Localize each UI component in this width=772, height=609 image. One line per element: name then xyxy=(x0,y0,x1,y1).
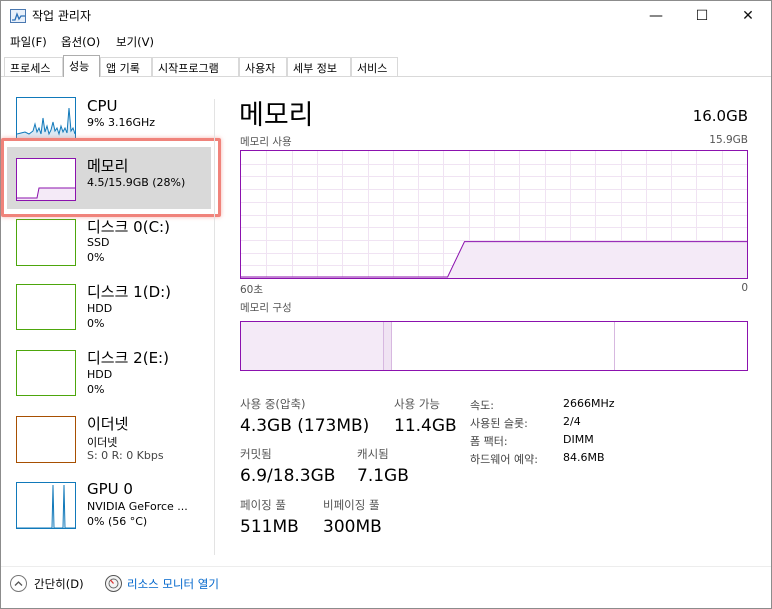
tab-processes[interactable]: 프로세스 xyxy=(4,57,63,76)
sidebar-item-detail: HDD xyxy=(87,368,113,381)
stat-label-in-use: 사용 중(압축) xyxy=(240,397,306,411)
memory-total: 16.0GB xyxy=(692,107,748,125)
detail-label-form-factor: 폼 팩터: xyxy=(470,435,508,448)
fewer-details-button[interactable]: 간단히(D) xyxy=(34,576,84,592)
tab-divider xyxy=(1,76,771,77)
sidebar-item-usage: 0% xyxy=(87,383,105,396)
time-axis-end: 0 xyxy=(741,282,748,294)
task-manager-icon xyxy=(10,9,26,23)
chevron-up-icon[interactable] xyxy=(10,575,27,592)
menu-bar: 파일(F) 옵션(O) 보기(V) xyxy=(1,32,771,52)
tab-performance[interactable]: 성능 xyxy=(63,55,100,77)
sidebar-item-disk-1[interactable]: 디스크 1(D:) HDD 0% xyxy=(8,283,210,343)
title-bar[interactable]: 작업 관리자 — ☐ ✕ xyxy=(1,1,771,31)
stat-label-nonpaged-pool: 비페이징 풀 xyxy=(323,498,380,512)
menu-view[interactable]: 보기(V) xyxy=(116,34,154,50)
stat-label-paged-pool: 페이징 풀 xyxy=(240,498,286,512)
sidebar-item-label: 디스크 1(D:) xyxy=(87,283,172,301)
minimize-button[interactable]: — xyxy=(633,1,679,31)
sidebar-item-detail: NVIDIA GeForce ... xyxy=(87,500,188,513)
sidebar-item-usage: 0% (56 °C) xyxy=(87,515,148,528)
sidebar-item-usage: 0% xyxy=(87,251,105,264)
sidebar-item-detail: 9% 3.16GHz xyxy=(87,116,156,129)
composition-modified[interactable] xyxy=(383,322,392,370)
resource-monitor-icon[interactable] xyxy=(105,575,122,592)
stat-value-in-use: 4.3GB (173MB) xyxy=(240,416,370,436)
stat-value-paged-pool: 511MB xyxy=(240,517,299,537)
memory-usage-plot xyxy=(241,151,747,278)
stat-value-available: 11.4GB xyxy=(394,416,457,436)
memory-thumbnail-graph xyxy=(16,158,76,201)
sidebar-item-disk-0[interactable]: 디스크 0(C:) SSD 0% xyxy=(8,217,210,277)
sidebar-item-detail: 4.5/15.9GB (28%) xyxy=(87,176,186,189)
detail-value-slots: 2/4 xyxy=(563,415,581,428)
disk-2-thumbnail-graph xyxy=(16,350,76,396)
sidebar-item-label: 디스크 0(C:) xyxy=(87,218,170,236)
gpu-thumbnail-graph xyxy=(16,482,76,529)
stat-value-cached: 7.1GB xyxy=(357,466,409,486)
maximize-button[interactable]: ☐ xyxy=(679,1,725,31)
tab-bar: 프로세스 성능 앱 기록 시작프로그램 사용자 세부 정보 서비스 xyxy=(4,55,770,77)
disk-1-thumbnail-graph xyxy=(16,284,76,330)
memory-usage-graph xyxy=(240,150,748,279)
composition-in-use[interactable] xyxy=(241,322,383,370)
time-axis-start: 60초 xyxy=(240,284,264,296)
memory-usage-area xyxy=(241,241,747,278)
stat-value-nonpaged-pool: 300MB xyxy=(323,517,382,537)
sidebar-item-detail: HDD xyxy=(87,302,113,315)
sidebar-item-label: 메모리 xyxy=(87,157,129,175)
detail-value-hardware-reserved: 84.6MB xyxy=(563,451,605,464)
usage-graph-label: 메모리 사용 xyxy=(240,136,292,148)
ethernet-thumbnail-graph xyxy=(16,416,76,463)
sidebar-item-cpu[interactable]: CPU 9% 3.16GHz xyxy=(8,97,210,157)
open-resource-monitor-link[interactable]: 리소스 모니터 열기 xyxy=(127,576,219,592)
footer-divider xyxy=(1,566,771,567)
tab-services[interactable]: 서비스 xyxy=(351,57,398,76)
tab-app-history[interactable]: 앱 기록 xyxy=(100,57,152,76)
detail-label-speed: 속도: xyxy=(470,399,494,412)
detail-label-slots: 사용된 슬롯: xyxy=(470,417,528,430)
task-manager-window: 작업 관리자 — ☐ ✕ 파일(F) 옵션(O) 보기(V) 프로세스 성능 앱… xyxy=(0,0,772,609)
menu-file[interactable]: 파일(F) xyxy=(10,34,47,50)
sidebar-divider xyxy=(214,99,215,555)
composition-label: 메모리 구성 xyxy=(240,302,292,314)
memory-composition-bar xyxy=(240,321,748,371)
menu-options[interactable]: 옵션(O) xyxy=(61,34,100,50)
detail-value-form-factor: DIMM xyxy=(563,433,594,446)
disk-0-thumbnail-graph xyxy=(16,219,76,266)
sidebar-item-memory[interactable]: 메모리 4.5/15.9GB (28%) xyxy=(8,153,210,213)
sidebar-item-usage: 0% xyxy=(87,317,105,330)
stat-value-committed: 6.9/18.3GB xyxy=(240,466,336,486)
composition-standby[interactable] xyxy=(392,322,615,370)
composition-free[interactable] xyxy=(615,322,747,370)
stat-label-committed: 커밋됨 xyxy=(240,447,272,461)
sidebar-item-usage: S: 0 R: 0 Kbps xyxy=(87,449,164,462)
sidebar-item-gpu-0[interactable]: GPU 0 NVIDIA GeForce ... 0% (56 °C) xyxy=(8,480,210,541)
page-title: 메모리 xyxy=(239,100,314,131)
cpu-thumbnail-graph xyxy=(16,97,76,140)
sidebar-item-disk-2[interactable]: 디스크 2(E:) HDD 0% xyxy=(8,349,210,409)
tab-details[interactable]: 세부 정보 xyxy=(287,57,351,76)
sidebar-item-ethernet[interactable]: 이더넷 이더넷 S: 0 R: 0 Kbps xyxy=(8,415,210,475)
tab-startup[interactable]: 시작프로그램 xyxy=(152,57,239,76)
sidebar-item-detail: 이더넷 xyxy=(87,436,118,449)
stat-label-available: 사용 가능 xyxy=(394,397,440,411)
window-title: 작업 관리자 xyxy=(32,9,92,23)
stat-label-cached: 캐시됨 xyxy=(357,447,389,461)
sidebar-item-label: 디스크 2(E:) xyxy=(87,349,169,367)
sidebar-item-label: 이더넷 xyxy=(87,415,129,433)
detail-value-speed: 2666MHz xyxy=(563,397,615,410)
usage-graph-max: 15.9GB xyxy=(709,134,748,146)
sidebar-item-label: GPU 0 xyxy=(87,480,133,498)
tab-users[interactable]: 사용자 xyxy=(239,57,287,76)
sidebar-item-label: CPU xyxy=(87,97,118,115)
sidebar-item-detail: SSD xyxy=(87,236,110,249)
detail-label-hardware-reserved: 하드웨어 예약: xyxy=(470,453,538,466)
close-button[interactable]: ✕ xyxy=(725,1,771,31)
